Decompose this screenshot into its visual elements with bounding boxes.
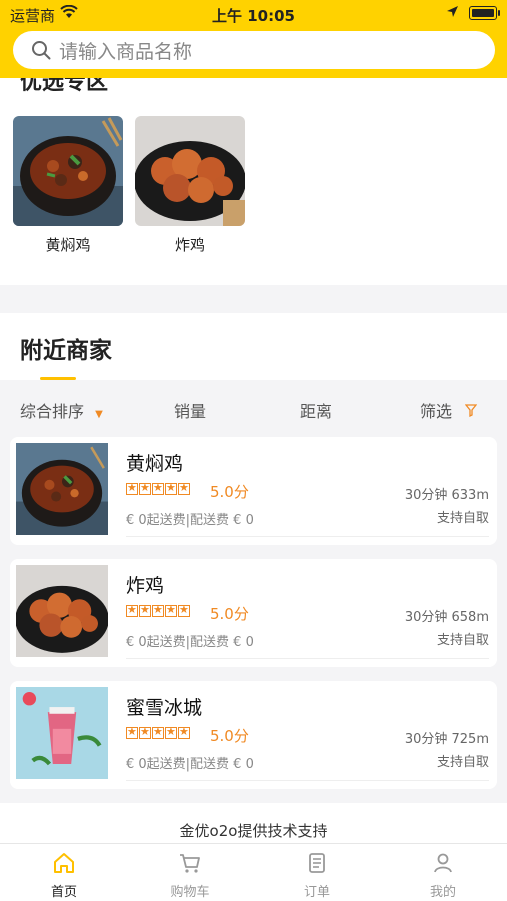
star-icon (139, 725, 151, 739)
tab-orders-label: 订单 (303, 885, 330, 900)
star-icon (139, 603, 151, 617)
clock: 上午 10:05 (212, 7, 295, 25)
star-icon (126, 481, 138, 495)
recommend-item[interactable]: 炸鸡 (135, 116, 245, 255)
star-icon (165, 481, 177, 495)
divider (126, 780, 489, 781)
footer: 金优o2o提供技术支持 (0, 803, 507, 843)
star-icon (178, 481, 190, 495)
star-icon (139, 481, 151, 495)
nearby-title: 附近商家 (20, 338, 112, 364)
tab-mine[interactable]: 我的 (403, 851, 483, 900)
tab-orders[interactable]: 订单 (277, 851, 357, 900)
star-icon (178, 603, 190, 617)
star-icon (178, 725, 190, 739)
tab-home[interactable]: 首页 (24, 851, 104, 900)
caret-down-icon: ▼ (95, 409, 103, 420)
sort-filter[interactable]: 筛选 (420, 398, 478, 422)
search-placeholder: 请输入商品名称 (59, 40, 193, 63)
shop-distance: 30分钟 633m (404, 488, 489, 503)
sort-comprehensive[interactable]: 综合排序 ▼ (20, 398, 103, 422)
shop-pickup: 支持自取 (436, 633, 489, 648)
shop-fee: € 0起送费|配送费 € 0 (126, 513, 254, 528)
shop-score: 5.0分 (210, 727, 249, 745)
rating-stars (126, 481, 190, 495)
shop-distance: 30分钟 658m (404, 610, 489, 625)
star-icon (126, 725, 138, 739)
food-image-fried-chicken (135, 116, 245, 226)
shop-name: 炸鸡 (126, 575, 165, 597)
search-input[interactable]: 请输入商品名称 (13, 31, 495, 69)
shop-thumbnail (16, 443, 108, 535)
tab-mine-label: 我的 (429, 885, 456, 900)
nearby-section-header: 附近商家 (0, 313, 507, 380)
sort-comprehensive-label: 综合排序 (20, 402, 85, 421)
shop-card[interactable]: 黄焖鸡 5.0分 € 0起送费|配送费 € 0 30分钟 633m 支持自取 (10, 437, 497, 545)
user-icon (434, 853, 452, 873)
home-icon (54, 853, 74, 873)
star-icon (165, 603, 177, 617)
shop-pickup: 支持自取 (436, 755, 489, 770)
star-icon (152, 725, 164, 739)
shop-thumbnail (16, 565, 108, 657)
sort-sales[interactable]: 销量 (174, 398, 206, 422)
shop-distance: 30分钟 725m (404, 732, 489, 747)
search-icon (32, 41, 51, 60)
recommend-item-name: 炸鸡 (174, 236, 205, 254)
tab-cart[interactable]: 购物车 (150, 851, 230, 900)
divider (126, 658, 489, 659)
food-image-braised-chicken (13, 116, 123, 226)
star-icon (152, 481, 164, 495)
rating-stars (126, 603, 190, 617)
sort-distance[interactable]: 距离 (300, 398, 332, 422)
shop-card[interactable]: 炸鸡 5.0分 € 0起送费|配送费 € 0 30分钟 658m 支持自取 (10, 559, 497, 667)
shop-pickup: 支持自取 (436, 511, 489, 526)
shop-name: 黄焖鸡 (126, 453, 184, 475)
shop-card[interactable]: 蜜雪冰城 5.0分 € 0起送费|配送费 € 0 30分钟 725m 支持自取 (10, 681, 497, 789)
star-icon (152, 603, 164, 617)
location-arrow-icon (446, 4, 459, 22)
star-icon (165, 725, 177, 739)
sort-bar: 综合排序 ▼ 销量 距离 筛选 (0, 380, 507, 435)
filter-icon (464, 402, 478, 421)
shop-fee: € 0起送费|配送费 € 0 (126, 635, 254, 650)
shop-score: 5.0分 (210, 483, 249, 501)
rating-stars (126, 725, 190, 739)
cart-icon (180, 854, 200, 873)
tab-bar: 首页 购物车 订单 我的 (0, 843, 507, 901)
status-bar: 运营商 上午 10:05 (0, 0, 507, 28)
tech-support-text: 金优o2o提供技术支持 (179, 822, 328, 840)
recommend-item[interactable]: 黄焖鸡 (13, 116, 123, 255)
shop-fee: € 0起送费|配送费 € 0 (126, 757, 254, 772)
star-icon (126, 603, 138, 617)
shop-score: 5.0分 (210, 605, 249, 623)
shop-name: 蜜雪冰城 (126, 697, 203, 719)
header: 请输入商品名称 (0, 28, 507, 78)
tab-home-label: 首页 (50, 885, 77, 900)
shop-thumbnail (16, 687, 108, 779)
recommend-item-name: 黄焖鸡 (45, 236, 91, 254)
tab-cart-label: 购物车 (170, 885, 210, 900)
recommend-section: 优选专区 黄焖鸡 炸鸡 (0, 78, 507, 285)
order-icon (309, 853, 325, 873)
filter-label: 筛选 (420, 402, 453, 421)
divider (126, 536, 489, 537)
recommend-section-title: 优选专区 (20, 78, 109, 95)
battery-icon (469, 6, 500, 20)
